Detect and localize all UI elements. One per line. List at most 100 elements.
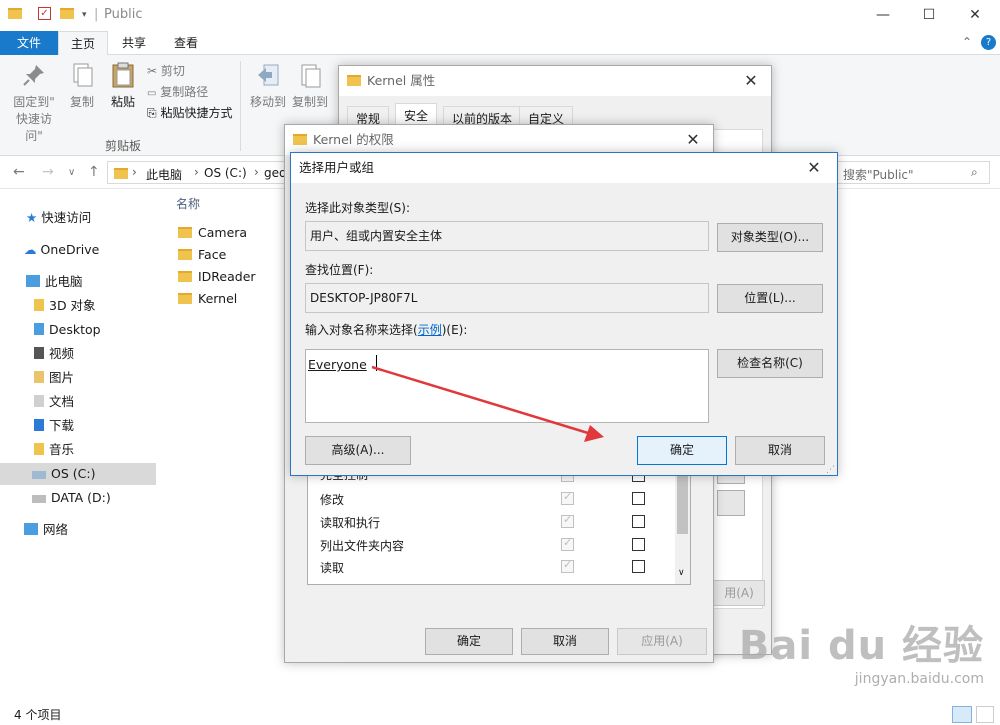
resize-grip-icon[interactable]: ⋰	[826, 465, 835, 475]
list-item[interactable]: Face	[178, 245, 226, 265]
close-button[interactable]: ✕	[952, 0, 998, 31]
file-name: Face	[198, 247, 227, 262]
download-icon	[34, 419, 44, 431]
nav-os-c[interactable]: OS (C:)	[0, 463, 156, 485]
nav-desktop[interactable]: Desktop	[34, 319, 101, 341]
breadcrumb-os-c[interactable]: OS (C:)	[204, 166, 247, 180]
column-header-name[interactable]: 名称	[176, 195, 200, 212]
scroll-down-icon[interactable]: ∨	[678, 568, 685, 578]
deny-checkbox[interactable]	[632, 538, 645, 551]
nav-data-d[interactable]: DATA (D:)	[32, 487, 111, 509]
locations-button[interactable]: 位置(L)...	[717, 284, 823, 313]
breadcrumb-this-pc[interactable]: 此电脑	[146, 166, 182, 183]
scrollbar[interactable]: ∨	[675, 466, 690, 584]
collapse-ribbon-icon[interactable]: ⌃	[962, 35, 972, 49]
nav-onedrive[interactable]: ☁ OneDrive	[24, 239, 99, 261]
dialog-title-bar: Kernel 的权限	[285, 125, 713, 155]
paste-button[interactable]: 粘贴	[106, 61, 140, 110]
nav-music[interactable]: 音乐	[34, 439, 74, 461]
nav-label: 快速访问	[41, 210, 92, 225]
paste-icon	[112, 62, 134, 88]
quick-access-dropdown-icon[interactable]: ▾	[82, 10, 87, 20]
nav-3d-objects[interactable]: 3D 对象	[34, 295, 96, 317]
deny-checkbox[interactable]	[632, 492, 645, 505]
advanced-button-partial[interactable]	[717, 490, 745, 516]
watermark-url: jingyan.baidu.com	[854, 671, 984, 687]
close-icon[interactable]: ✕	[731, 66, 771, 96]
list-item[interactable]: Camera	[178, 223, 247, 243]
search-placeholder: 搜索"Public"	[843, 168, 914, 182]
ok-button[interactable]: 确定	[637, 436, 727, 465]
apply-button-partial[interactable]: 用(A)	[713, 580, 765, 606]
minimize-button[interactable]: —	[860, 0, 906, 31]
list-item[interactable]: Kernel	[178, 289, 237, 309]
nav-label: OneDrive	[40, 242, 100, 257]
watermark: Bai du 经验 jingyan.baidu.com	[739, 613, 984, 687]
nav-quick-access[interactable]: ★ 快速访问	[26, 207, 91, 229]
navigation-pane: ★ 快速访问 ☁ OneDrive 此电脑 3D 对象 Desktop 视频 图片 …	[0, 189, 156, 704]
properties-icon[interactable]: ✓	[38, 7, 51, 20]
permission-row: 读取	[320, 559, 344, 576]
apply-button[interactable]: 应用(A)	[617, 628, 707, 655]
breadcrumb-geo[interactable]: geo	[264, 166, 286, 180]
cancel-button[interactable]: 取消	[521, 628, 609, 655]
nav-downloads[interactable]: 下载	[34, 415, 74, 437]
details-view-icon[interactable]	[952, 706, 972, 723]
folder-icon	[178, 271, 192, 282]
dialog-title: 选择用户或组	[299, 160, 375, 175]
star-icon: ★	[26, 210, 38, 225]
allow-checkbox[interactable]	[561, 558, 574, 573]
ok-button[interactable]: 确定	[425, 628, 513, 655]
nav-label: OS (C:)	[51, 466, 96, 481]
advanced-button[interactable]: 高级(A)...	[305, 436, 411, 465]
copy-path-button[interactable]: ▭ 复制路径	[147, 83, 208, 100]
tab-file[interactable]: 文件	[0, 31, 58, 55]
copy-to-button[interactable]: 复制到	[290, 61, 330, 110]
check-names-button[interactable]: 检查名称(C)	[717, 349, 823, 378]
title-bar: ✓ ▾ | Public — ☐ ✕	[0, 0, 1000, 31]
scrollbar-thumb[interactable]	[677, 468, 688, 534]
search-input[interactable]: 搜索"Public" ⌕	[834, 161, 990, 184]
paste-shortcut-button[interactable]: ⎘ 粘贴快捷方式	[147, 104, 232, 121]
scissors-icon: ✂	[147, 64, 158, 78]
forward-arrow-icon[interactable]: →	[42, 164, 54, 180]
recent-dropdown-icon[interactable]: ∨	[68, 167, 75, 178]
large-icons-view-icon[interactable]	[976, 706, 994, 723]
tab-home[interactable]: 主页	[58, 31, 109, 56]
deny-checkbox[interactable]	[632, 560, 645, 573]
nav-label: 文档	[49, 394, 75, 409]
close-icon[interactable]: ✕	[673, 125, 713, 155]
allow-checkbox[interactable]	[561, 490, 574, 505]
tab-share[interactable]: 共享	[110, 31, 158, 55]
copy-button[interactable]: 复制	[64, 61, 100, 110]
new-folder-icon[interactable]	[60, 7, 80, 22]
object-names-input[interactable]: Everyone	[305, 349, 709, 423]
close-icon[interactable]: ✕	[791, 153, 837, 183]
allow-checkbox[interactable]	[561, 536, 574, 551]
search-icon[interactable]: ⌕	[971, 165, 978, 180]
move-to-button[interactable]: 移动到	[248, 61, 288, 110]
deny-checkbox[interactable]	[632, 515, 645, 528]
tab-view[interactable]: 查看	[162, 31, 210, 55]
object-types-button[interactable]: 对象类型(O)...	[717, 223, 823, 252]
list-item[interactable]: IDReader	[178, 267, 256, 287]
maximize-button[interactable]: ☐	[906, 0, 952, 31]
pin-quick-access-button[interactable]: 固定到" 快速访问"	[8, 61, 60, 144]
permission-row: 修改	[320, 491, 344, 508]
nav-pictures[interactable]: 图片	[34, 367, 74, 389]
cancel-button[interactable]: 取消	[735, 436, 825, 465]
up-arrow-icon[interactable]: ↑	[88, 164, 100, 180]
nav-this-pc[interactable]: 此电脑	[26, 271, 83, 293]
window-title: Public	[104, 7, 143, 22]
nav-videos[interactable]: 视频	[34, 343, 74, 365]
examples-link[interactable]: 示例	[418, 323, 442, 337]
nav-documents[interactable]: 文档	[34, 391, 74, 413]
address-input[interactable]: › 此电脑 › OS (C:) › geo	[107, 161, 286, 184]
nav-label: 下载	[49, 418, 75, 433]
nav-label: 网络	[43, 522, 69, 537]
help-icon[interactable]: ?	[981, 35, 996, 50]
back-arrow-icon[interactable]: ←	[13, 164, 25, 180]
allow-checkbox[interactable]	[561, 513, 574, 528]
cut-button[interactable]: ✂ 剪切	[147, 62, 185, 79]
nav-network[interactable]: 网络	[24, 519, 68, 541]
